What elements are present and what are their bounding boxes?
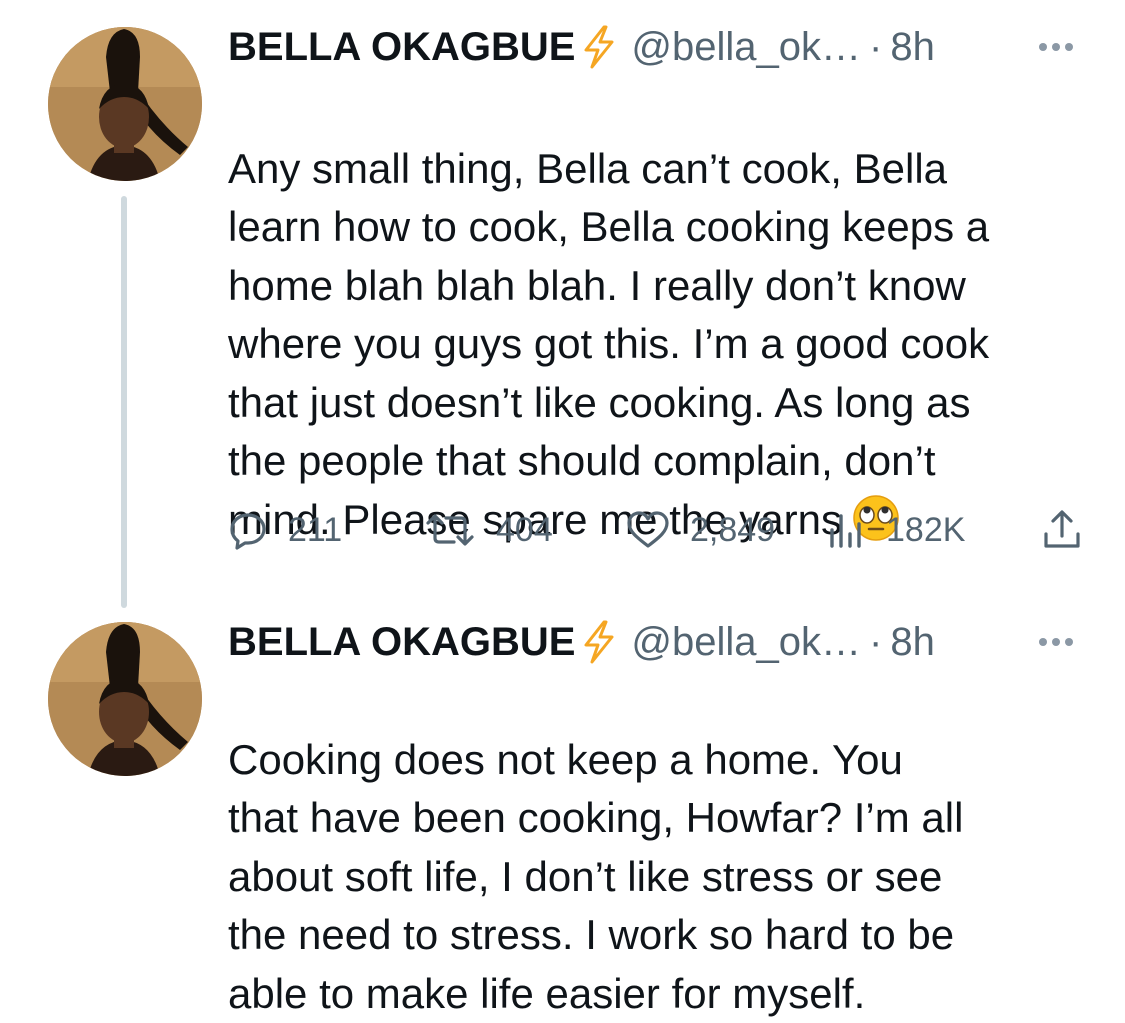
like-button[interactable]: 2,849 <box>626 500 775 560</box>
thread-connector-line <box>121 196 127 608</box>
tweet-text: Any small thing, Bella can’t cook, Bella… <box>228 81 1108 557</box>
views-button[interactable]: 182K <box>826 500 965 560</box>
reply-count: 211 <box>288 510 343 549</box>
views-count: 182K <box>886 510 966 549</box>
reply-icon <box>230 513 266 550</box>
avatar[interactable] <box>48 622 202 776</box>
separator-dot: · <box>869 620 883 664</box>
avatar-photo <box>48 27 202 181</box>
tweet-text-content: Cooking does not keep a home. You that h… <box>228 735 964 1017</box>
tweet-text: Cooking does not keep a home. You that h… <box>228 672 1108 1023</box>
tweet-timestamp[interactable]: 8h <box>890 17 935 77</box>
tweet-actions: 211 404 2,849 182K <box>228 500 1098 560</box>
tweet-1[interactable]: BELLA OKAGBUE @bella_ok… · 8h Any small … <box>0 0 1125 610</box>
more-options-icon[interactable] <box>1039 17 1073 77</box>
lightning-bolt-icon <box>581 25 617 69</box>
heart-icon <box>627 511 669 548</box>
retweet-button[interactable]: 404 <box>424 500 553 560</box>
separator-dot: · <box>869 25 883 69</box>
retweet-icon <box>426 514 474 546</box>
tweet-2[interactable]: BELLA OKAGBUE @bella_ok… · 8h Cooking do… <box>0 610 1125 1017</box>
author-display-name[interactable]: BELLA OKAGBUE <box>228 17 575 77</box>
tweet-header: BELLA OKAGBUE @bella_ok… · 8h <box>228 17 935 77</box>
avatar[interactable] <box>48 27 202 181</box>
like-count: 2,849 <box>690 510 776 549</box>
tweet-header: BELLA OKAGBUE @bella_ok… · 8h <box>228 612 935 672</box>
author-handle[interactable]: @bella_ok… <box>631 17 861 77</box>
lightning-bolt-icon <box>581 620 617 664</box>
share-button[interactable] <box>1040 500 1084 560</box>
retweet-count: 404 <box>496 510 553 549</box>
author-handle[interactable]: @bella_ok… <box>631 612 861 672</box>
more-options-icon[interactable] <box>1039 612 1073 672</box>
reply-button[interactable]: 211 <box>228 500 342 560</box>
share-icon <box>1044 510 1080 548</box>
tweet-timestamp[interactable]: 8h <box>890 612 935 672</box>
tweet-text-content: Any small thing, Bella can’t cook, Bella… <box>228 144 990 543</box>
author-display-name[interactable]: BELLA OKAGBUE <box>228 612 575 672</box>
views-chart-icon <box>830 514 861 548</box>
avatar-photo <box>48 622 202 776</box>
